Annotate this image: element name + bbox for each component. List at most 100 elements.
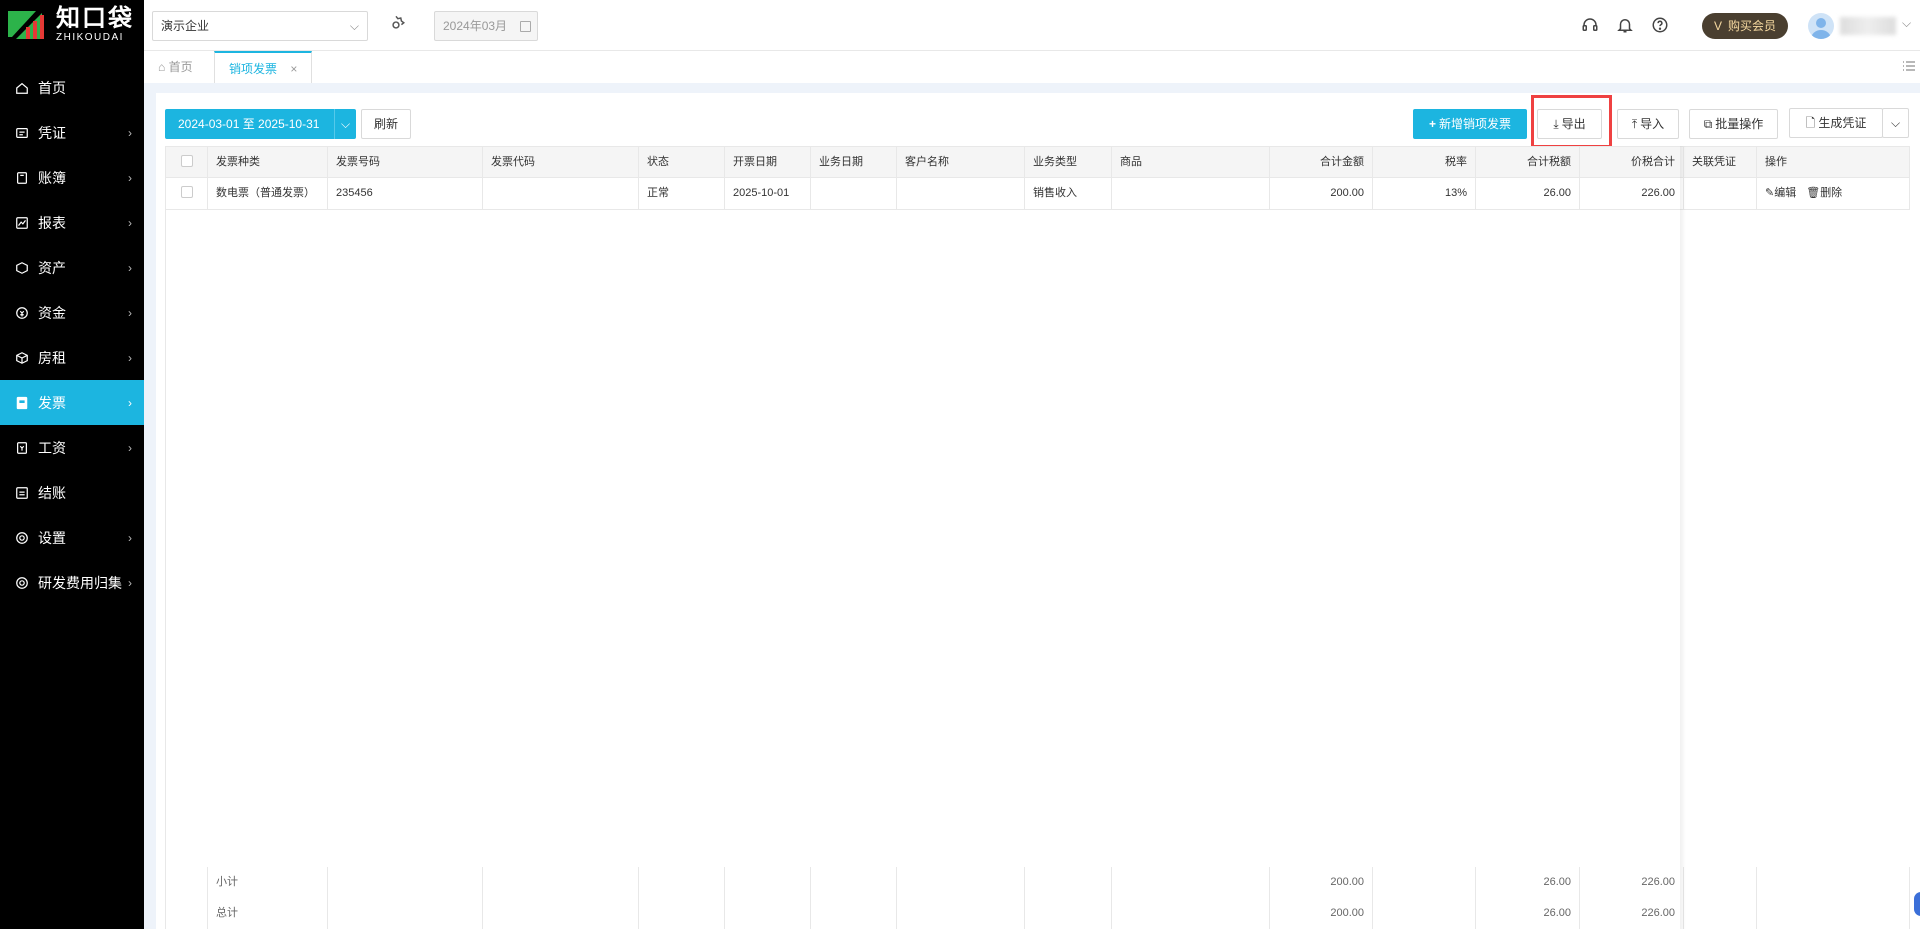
avatar[interactable] bbox=[1808, 13, 1834, 39]
report-icon bbox=[14, 215, 30, 231]
footer-cell bbox=[1025, 898, 1112, 929]
ledger-icon bbox=[14, 170, 30, 186]
sidebar-item-label: 报表 bbox=[38, 214, 66, 231]
cell-status: 正常 bbox=[639, 178, 725, 209]
generate-voucher-label: 生成凭证 bbox=[1818, 116, 1867, 130]
footer-cell bbox=[725, 867, 811, 898]
footer-cell bbox=[1025, 867, 1112, 898]
footer-cell bbox=[483, 867, 639, 898]
cell-goods bbox=[1112, 178, 1270, 209]
sidebar-item-label: 首页 bbox=[38, 79, 66, 96]
select-all-cell bbox=[166, 147, 208, 177]
username-redacted[interactable] bbox=[1840, 17, 1896, 35]
edit-link[interactable]: ✎编辑 bbox=[1765, 187, 1796, 199]
sidebar-item-label: 资产 bbox=[38, 259, 66, 276]
generate-voucher-dropdown[interactable]: ⌵ bbox=[1882, 108, 1909, 138]
sidebar-item-7[interactable]: 发票 › bbox=[0, 380, 144, 425]
sidebar-item-1[interactable]: 凭证 › bbox=[0, 110, 144, 155]
date-range-picker[interactable]: 2024-03-01 至 2025-10-31 ⌵ bbox=[165, 109, 356, 139]
refresh-button[interactable]: 刷新 bbox=[361, 109, 411, 139]
chevron-down-icon[interactable]: ⌵ bbox=[334, 109, 356, 139]
column-header: 商品 bbox=[1112, 147, 1270, 177]
logo-icon bbox=[8, 11, 44, 39]
calendar-icon bbox=[520, 21, 531, 32]
logo[interactable]: 知口袋 ZHIKOUDAI bbox=[0, 0, 144, 50]
footer-cell bbox=[811, 898, 897, 929]
column-header: 业务日期 bbox=[811, 147, 897, 177]
select-all-checkbox[interactable] bbox=[180, 155, 193, 168]
total-row: 总计 200.00 26.00 226.00 bbox=[166, 898, 1910, 929]
column-header: 合计金额 bbox=[1270, 147, 1373, 177]
table-row[interactable]: 数电票（普通发票） 235456 正常 2025-10-01 销售收入 200.00 13%… bbox=[166, 178, 1910, 210]
footer-total: 226.00 bbox=[1580, 898, 1684, 929]
column-header: 客户名称 bbox=[897, 147, 1025, 177]
closing-icon bbox=[14, 485, 30, 501]
sidebar-item-10[interactable]: 设置 › bbox=[0, 515, 144, 560]
sidebar-item-label: 结账 bbox=[38, 484, 66, 501]
sidebar-item-5[interactable]: 资金 › bbox=[0, 290, 144, 335]
footer-cell bbox=[1684, 867, 1757, 898]
sidebar-item-8[interactable]: 工资 › bbox=[0, 425, 144, 470]
top-header: 演示企业 ⌵ 2024年03月 V 购买会员 ⌵ bbox=[144, 0, 1920, 51]
period-picker[interactable]: 2024年03月 bbox=[434, 11, 538, 41]
footer-tax: 26.00 bbox=[1476, 867, 1580, 898]
sidebar-item-4[interactable]: 资产 › bbox=[0, 245, 144, 290]
bell-icon[interactable] bbox=[1616, 16, 1634, 34]
footer-cell bbox=[639, 867, 725, 898]
column-header: 业务类型 bbox=[1025, 147, 1112, 177]
cell-total: 226.00 bbox=[1580, 178, 1684, 209]
edit-label: 编辑 bbox=[1774, 187, 1797, 199]
tab-sales-invoice[interactable]: 销项发票 × bbox=[214, 51, 312, 83]
tab-bar: ⌂ 首页 销项发票 × bbox=[144, 51, 1920, 83]
chevron-right-icon: › bbox=[128, 125, 132, 140]
gear-icon[interactable] bbox=[385, 14, 407, 36]
generate-voucher-button[interactable]: 🗋 生成凭证 bbox=[1789, 108, 1883, 138]
sidebar-item-2[interactable]: 账簿 › bbox=[0, 155, 144, 200]
close-icon[interactable]: × bbox=[290, 62, 297, 76]
table-header: 发票种类 发票号码 发票代码 状态 开票日期 业务日期 客户名称 业务类型 商品 合计金额 税率 合计… bbox=[166, 146, 1910, 178]
sidebar-item-label: 工资 bbox=[38, 439, 66, 456]
footer-amount: 200.00 bbox=[1270, 867, 1373, 898]
delete-link[interactable]: 🗑删除 bbox=[1806, 187, 1842, 199]
settings-icon bbox=[14, 530, 30, 546]
add-sales-invoice-label: 新增销项发票 bbox=[1439, 117, 1512, 131]
cell-tax: 26.00 bbox=[1476, 178, 1580, 209]
cell-customer bbox=[897, 178, 1025, 209]
buy-membership-button[interactable]: V 购买会员 bbox=[1702, 13, 1788, 39]
tab-sales-invoice-label: 销项发票 bbox=[229, 62, 278, 76]
subtotal-row: 小计 200.00 26.00 226.00 bbox=[166, 867, 1910, 899]
footer-cell bbox=[328, 898, 483, 929]
import-button[interactable]: ⤒ 导入 bbox=[1617, 109, 1679, 139]
floating-assistant-button[interactable] bbox=[1914, 892, 1920, 916]
sidebar-item-9[interactable]: 结账 bbox=[0, 470, 144, 515]
row-select-cell bbox=[166, 178, 208, 209]
sidebar-item-label: 房租 bbox=[38, 349, 66, 366]
headset-icon[interactable] bbox=[1581, 16, 1599, 34]
cell-number: 235456 bbox=[328, 178, 483, 209]
help-icon[interactable] bbox=[1651, 16, 1669, 34]
sidebar-item-6[interactable]: 房租 › bbox=[0, 335, 144, 380]
add-sales-invoice-button[interactable]: + 新增销项发票 bbox=[1413, 109, 1527, 139]
list-menu-icon[interactable] bbox=[1902, 59, 1916, 73]
delete-label: 删除 bbox=[1820, 187, 1843, 199]
footer-cell bbox=[1112, 867, 1270, 898]
invoice-icon bbox=[14, 395, 30, 411]
chevron-down-icon[interactable]: ⌵ bbox=[1902, 16, 1911, 31]
footer-cell bbox=[1373, 898, 1476, 929]
sidebar-item-3[interactable]: 报表 › bbox=[0, 200, 144, 245]
voucher-icon bbox=[14, 125, 30, 141]
tab-home[interactable]: ⌂ 首页 bbox=[158, 51, 193, 83]
chevron-right-icon: › bbox=[128, 530, 132, 545]
sidebar-item-label: 凭证 bbox=[38, 124, 66, 141]
footer-cell bbox=[811, 867, 897, 898]
batch-operation-button[interactable]: ⧉ 批量操作 bbox=[1689, 109, 1778, 139]
footer-amount: 200.00 bbox=[1270, 898, 1373, 929]
company-select[interactable]: 演示企业 ⌵ bbox=[152, 11, 368, 41]
footer-cell bbox=[1373, 867, 1476, 898]
highlight-annotation bbox=[1531, 95, 1612, 148]
sidebar-item-11[interactable]: 研发费用归集 › bbox=[0, 560, 144, 605]
sidebar-item-0[interactable]: 首页 bbox=[0, 65, 144, 110]
sidebar-item-label: 设置 bbox=[38, 529, 66, 546]
sidebar-item-label: 研发费用归集 bbox=[38, 574, 122, 591]
row-checkbox[interactable] bbox=[180, 186, 193, 199]
